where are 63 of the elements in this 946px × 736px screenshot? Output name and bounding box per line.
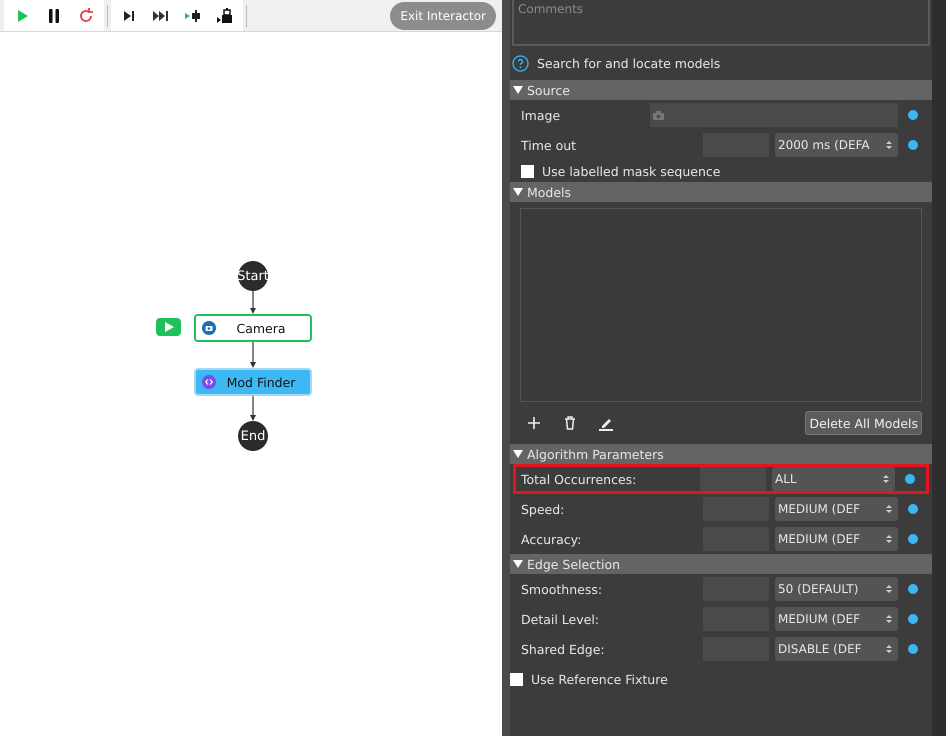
- play-badge[interactable]: [156, 318, 181, 336]
- value-input[interactable]: [700, 467, 766, 491]
- section-header[interactable]: Edge Selection: [510, 554, 932, 574]
- caret-icon: [513, 449, 523, 459]
- dropdown[interactable]: MEDIUM (DEF: [775, 497, 898, 521]
- status-dot: [908, 504, 918, 514]
- status-dot: [908, 110, 918, 120]
- checkbox[interactable]: [521, 164, 534, 178]
- trash-icon[interactable]: [562, 415, 578, 431]
- status-dot: [908, 614, 918, 624]
- help-icon[interactable]: [512, 54, 529, 72]
- dropdown[interactable]: 50 (DEFAULT): [775, 577, 898, 601]
- flow-node[interactable]: Mod Finder: [194, 368, 312, 396]
- caret-icon: [513, 187, 523, 197]
- status-dot: [905, 474, 915, 484]
- delete-all-models-button[interactable]: Delete All Models: [805, 411, 922, 435]
- add-icon[interactable]: [526, 415, 542, 431]
- connector-arrow: [249, 396, 257, 421]
- help-text: Search for and locate models: [537, 56, 720, 70]
- image-field[interactable]: [650, 103, 898, 127]
- field-label: Time out: [521, 138, 578, 152]
- code-icon: [202, 375, 216, 389]
- dropdown[interactable]: 2000 ms (DEFA: [775, 133, 898, 157]
- field-label: Speed:: [521, 502, 566, 516]
- section-header[interactable]: Algorithm Parameters: [510, 444, 932, 464]
- camera-icon: [202, 321, 216, 335]
- checkbox-label: Use Reference Fixture: [531, 672, 668, 686]
- field-label: Accuracy:: [521, 532, 582, 546]
- dropdown[interactable]: MEDIUM (DEF: [775, 527, 898, 551]
- status-dot: [908, 584, 918, 594]
- caret-icon: [513, 559, 523, 569]
- spinner-icon: [886, 614, 892, 624]
- section-header[interactable]: Source: [510, 80, 932, 100]
- spinner-icon: [883, 474, 889, 484]
- spinner-icon: [886, 140, 892, 150]
- caret-icon: [513, 85, 523, 95]
- dropdown[interactable]: DISABLE (DEF: [775, 637, 898, 661]
- spinner-icon: [886, 504, 892, 514]
- status-dot: [908, 140, 918, 150]
- section-header[interactable]: Models: [510, 182, 932, 202]
- field-label: Image: [521, 108, 562, 122]
- dropdown[interactable]: MEDIUM (DEF: [775, 607, 898, 631]
- checkbox[interactable]: [510, 672, 523, 686]
- connector-arrow: [249, 291, 257, 314]
- spinner-icon: [886, 584, 892, 594]
- flow-node[interactable]: Camera: [194, 314, 312, 342]
- spinner-icon: [886, 534, 892, 544]
- checkbox-label: Use labelled mask sequence: [542, 164, 720, 178]
- status-dot: [908, 644, 918, 654]
- camera-icon: [653, 110, 664, 120]
- comments-field[interactable]: Comments: [512, 0, 930, 46]
- terminal-node[interactable]: Start: [238, 261, 268, 291]
- field-label: Shared Edge:: [521, 642, 606, 656]
- status-dot: [908, 534, 918, 544]
- field-label: Smoothness:: [521, 582, 604, 596]
- terminal-node[interactable]: End: [238, 421, 268, 451]
- spinner-icon: [886, 644, 892, 654]
- field-label: Detail Level:: [521, 612, 600, 626]
- dropdown[interactable]: ALL: [772, 467, 895, 491]
- connector-arrow: [249, 342, 257, 368]
- field-label: Total Occurrences:: [521, 472, 638, 486]
- scrollbar-track[interactable]: [932, 0, 946, 736]
- exit-interactor-button[interactable]: Exit Interactor: [390, 2, 496, 30]
